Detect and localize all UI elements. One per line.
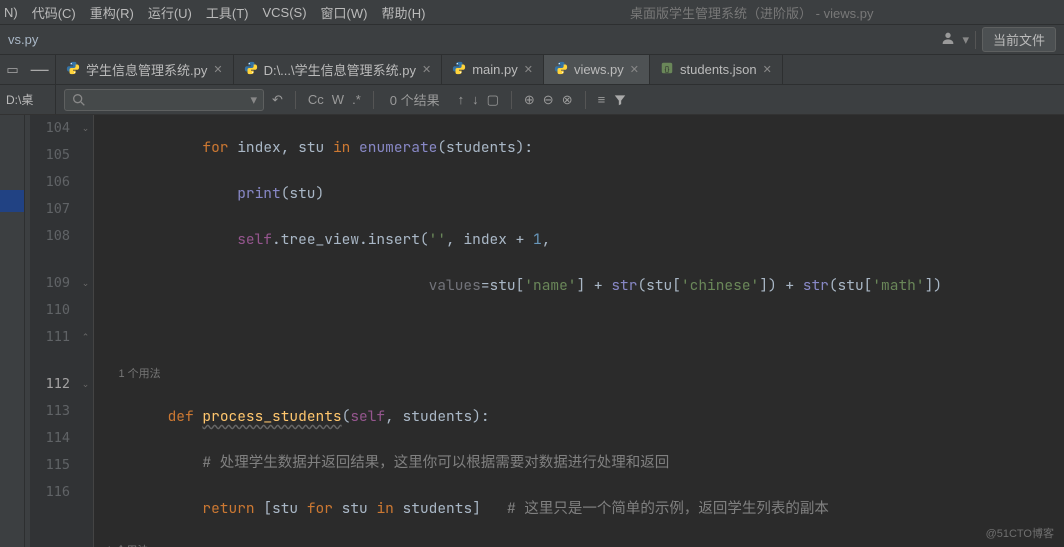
up-arrow-icon[interactable]: ↑ (458, 92, 465, 107)
close-icon[interactable]: ✕ (763, 63, 772, 76)
menu-refactor[interactable]: 重构(R) (90, 3, 134, 22)
menu-vcs[interactable]: VCS(S) (262, 5, 306, 20)
tab-file-2[interactable]: main.py ✕ (442, 55, 544, 84)
skip-selection-icon[interactable]: ⊖ (543, 92, 554, 108)
usages-hint[interactable]: 1 个用法 (118, 368, 160, 380)
tab-label: 学生信息管理系统.py (86, 60, 207, 79)
tab-label: students.json (680, 62, 757, 77)
svg-text:{}: {} (665, 67, 670, 74)
find-bar-row: D:\桌 ▾ ↶ Cc W .* 0 个结果 ↑ ↓ ▢ ⊕ ⊖ ⊗ ≡ (0, 85, 1064, 115)
menu-run[interactable]: 运行(U) (148, 3, 192, 22)
tab-file-3[interactable]: views.py ✕ (544, 55, 650, 84)
json-file-icon: {} (660, 61, 674, 78)
menu-bar: N) 代码(C) 重构(R) 运行(U) 工具(T) VCS(S) 窗口(W) … (0, 0, 1064, 25)
settings-icon[interactable]: ≡ (598, 92, 606, 107)
breadcrumb-file[interactable]: vs.py (8, 32, 38, 47)
navigation-bar: vs.py ▾ 当前文件 (0, 25, 1064, 55)
tab-label: main.py (472, 62, 518, 77)
watermark-text: @51CTO博客 (986, 525, 1054, 541)
menu-tools[interactable]: 工具(T) (206, 3, 249, 22)
fold-gutter[interactable]: ⌄ ⌄⌃ ⌄ (78, 115, 94, 547)
window-title: 桌面版学生管理系统（进阶版） - views.py (440, 3, 1064, 22)
filter-icon[interactable] (613, 93, 627, 107)
python-file-icon (66, 61, 80, 78)
menu-code[interactable]: 代码(C) (32, 3, 76, 22)
project-rail[interactable] (0, 115, 25, 547)
close-icon[interactable]: ✕ (524, 63, 533, 76)
search-result-count: 0 个结果 (390, 90, 440, 109)
python-file-icon (244, 61, 258, 78)
breadcrumb[interactable]: D:\桌 (0, 85, 56, 114)
close-icon[interactable]: ✕ (422, 63, 431, 76)
remove-selection-icon[interactable]: ⊗ (562, 92, 573, 108)
regex-icon[interactable]: .* (352, 92, 361, 107)
current-file-button[interactable]: 当前文件 (982, 27, 1056, 52)
tab-label: D:\...\学生信息管理系统.py (264, 60, 416, 79)
words-icon[interactable]: W (332, 92, 344, 107)
editor-area: 104 105 106 107 108 109 110 111 112 113 … (0, 115, 1064, 547)
down-arrow-icon[interactable]: ↓ (472, 92, 479, 107)
search-icon (71, 92, 87, 108)
menu-help[interactable]: 帮助(H) (381, 3, 425, 22)
prev-match-icon[interactable]: ↶ (272, 92, 283, 108)
collapse-icon[interactable]: — (31, 59, 49, 80)
editor-tabs: ▭ — 学生信息管理系统.py ✕ D:\...\学生信息管理系统.py ✕ m… (0, 55, 1064, 85)
python-file-icon (554, 61, 568, 78)
add-selection-icon[interactable]: ⊕ (524, 92, 535, 108)
menu-window[interactable]: 窗口(W) (321, 3, 368, 22)
select-all-icon[interactable]: ▢ (487, 92, 499, 108)
project-tool-icon[interactable]: ▭ (6, 62, 18, 78)
close-icon[interactable]: ✕ (630, 63, 639, 76)
tab-file-0[interactable]: 学生信息管理系统.py ✕ (56, 55, 234, 84)
user-icon[interactable] (940, 30, 956, 49)
tab-file-4[interactable]: {} students.json ✕ (650, 55, 783, 84)
match-case-icon[interactable]: Cc (308, 92, 324, 107)
search-input[interactable]: ▾ (64, 89, 264, 111)
python-file-icon (452, 61, 466, 78)
tab-file-1[interactable]: D:\...\学生信息管理系统.py ✕ (234, 55, 443, 84)
tab-label: views.py (574, 62, 624, 77)
menu-navigate[interactable]: N) (4, 5, 18, 20)
close-icon[interactable]: ✕ (213, 63, 222, 76)
line-number-gutter[interactable]: 104 105 106 107 108 109 110 111 112 113 … (30, 115, 78, 547)
code-editor[interactable]: for index, stu in enumerate(students): p… (94, 115, 1064, 547)
